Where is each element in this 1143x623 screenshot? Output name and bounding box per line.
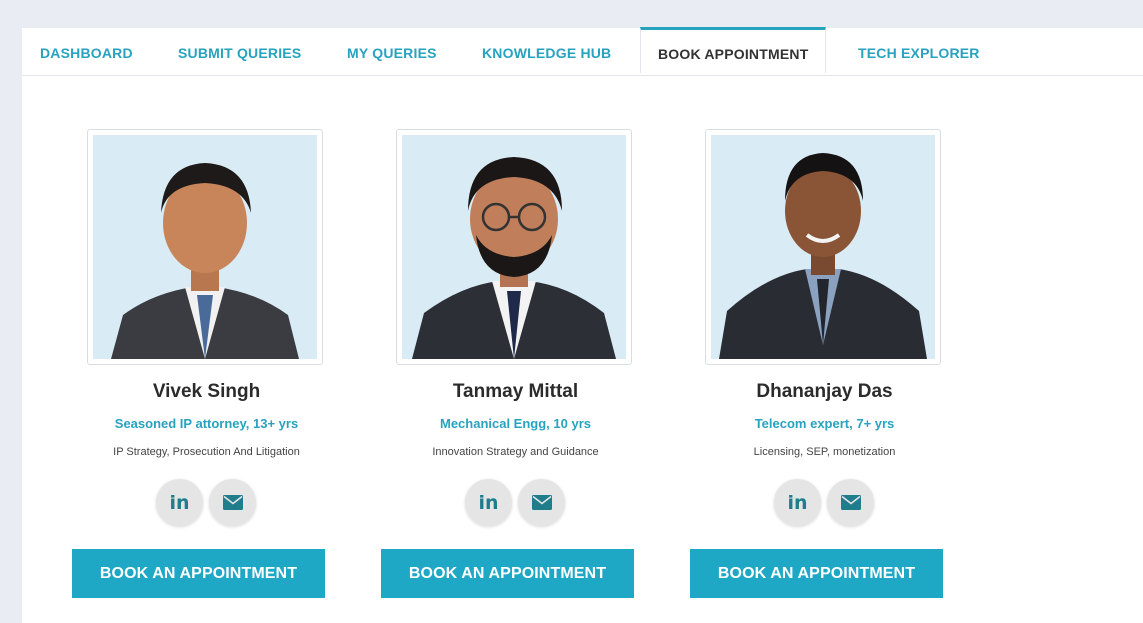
book-appointment-button[interactable]: BOOK AN APPOINTMENT xyxy=(690,549,943,598)
appointment-panel: DASHBOARD SUBMIT QUERIES MY QUERIES KNOW… xyxy=(22,27,1143,623)
linkedin-icon: in xyxy=(787,491,808,514)
linkedin-button[interactable]: in xyxy=(465,479,512,526)
expert-photo-frame xyxy=(705,129,941,365)
email-button[interactable] xyxy=(827,479,874,526)
email-button[interactable] xyxy=(209,479,256,526)
linkedin-icon: in xyxy=(169,491,190,514)
tab-submit-queries[interactable]: SUBMIT QUERIES xyxy=(178,28,301,75)
expert-role: Mechanical Engg, 10 yrs xyxy=(439,416,591,431)
expert-card: Dhananjay Das Telecom expert, 7+ yrs Lic… xyxy=(690,129,951,599)
envelope-icon xyxy=(222,495,243,510)
expert-photo-frame xyxy=(396,129,632,365)
expert-card: Vivek Singh Seasoned IP attorney, 13+ yr… xyxy=(72,129,333,599)
expert-specialty: Innovation Strategy and Guidance xyxy=(432,446,599,458)
expert-name: Tanmay Mittal xyxy=(452,381,579,402)
envelope-icon xyxy=(531,495,552,510)
expert-role: Telecom expert, 7+ yrs xyxy=(754,416,895,431)
expert-photo xyxy=(711,135,935,359)
tab-book-appointment[interactable]: BOOK APPOINTMENT xyxy=(640,27,827,73)
linkedin-icon: in xyxy=(478,491,499,514)
book-appointment-button[interactable]: BOOK AN APPOINTMENT xyxy=(72,549,325,598)
expert-photo xyxy=(93,135,317,359)
tab-my-queries[interactable]: MY QUERIES xyxy=(347,28,437,75)
expert-photo-frame xyxy=(87,129,323,365)
tab-knowledge-hub[interactable]: KNOWLEDGE HUB xyxy=(482,28,611,75)
linkedin-button[interactable]: in xyxy=(774,479,821,526)
expert-photo xyxy=(402,135,626,359)
expert-specialty: IP Strategy, Prosecution And Litigation xyxy=(113,446,300,458)
expert-role: Seasoned IP attorney, 13+ yrs xyxy=(114,416,299,431)
linkedin-button[interactable]: in xyxy=(156,479,203,526)
expert-specialty: Licensing, SEP, monetization xyxy=(753,446,896,458)
expert-name: Dhananjay Das xyxy=(756,381,893,402)
email-button[interactable] xyxy=(518,479,565,526)
book-appointment-button[interactable]: BOOK AN APPOINTMENT xyxy=(381,549,634,598)
tab-bar: DASHBOARD SUBMIT QUERIES MY QUERIES KNOW… xyxy=(22,27,1143,76)
expert-name: Vivek Singh xyxy=(152,381,261,402)
tab-dashboard[interactable]: DASHBOARD xyxy=(40,28,133,75)
envelope-icon xyxy=(840,495,861,510)
expert-card: Tanmay Mittal Mechanical Engg, 10 yrs In… xyxy=(381,129,642,599)
tab-tech-explorer[interactable]: TECH EXPLORER xyxy=(858,28,980,75)
